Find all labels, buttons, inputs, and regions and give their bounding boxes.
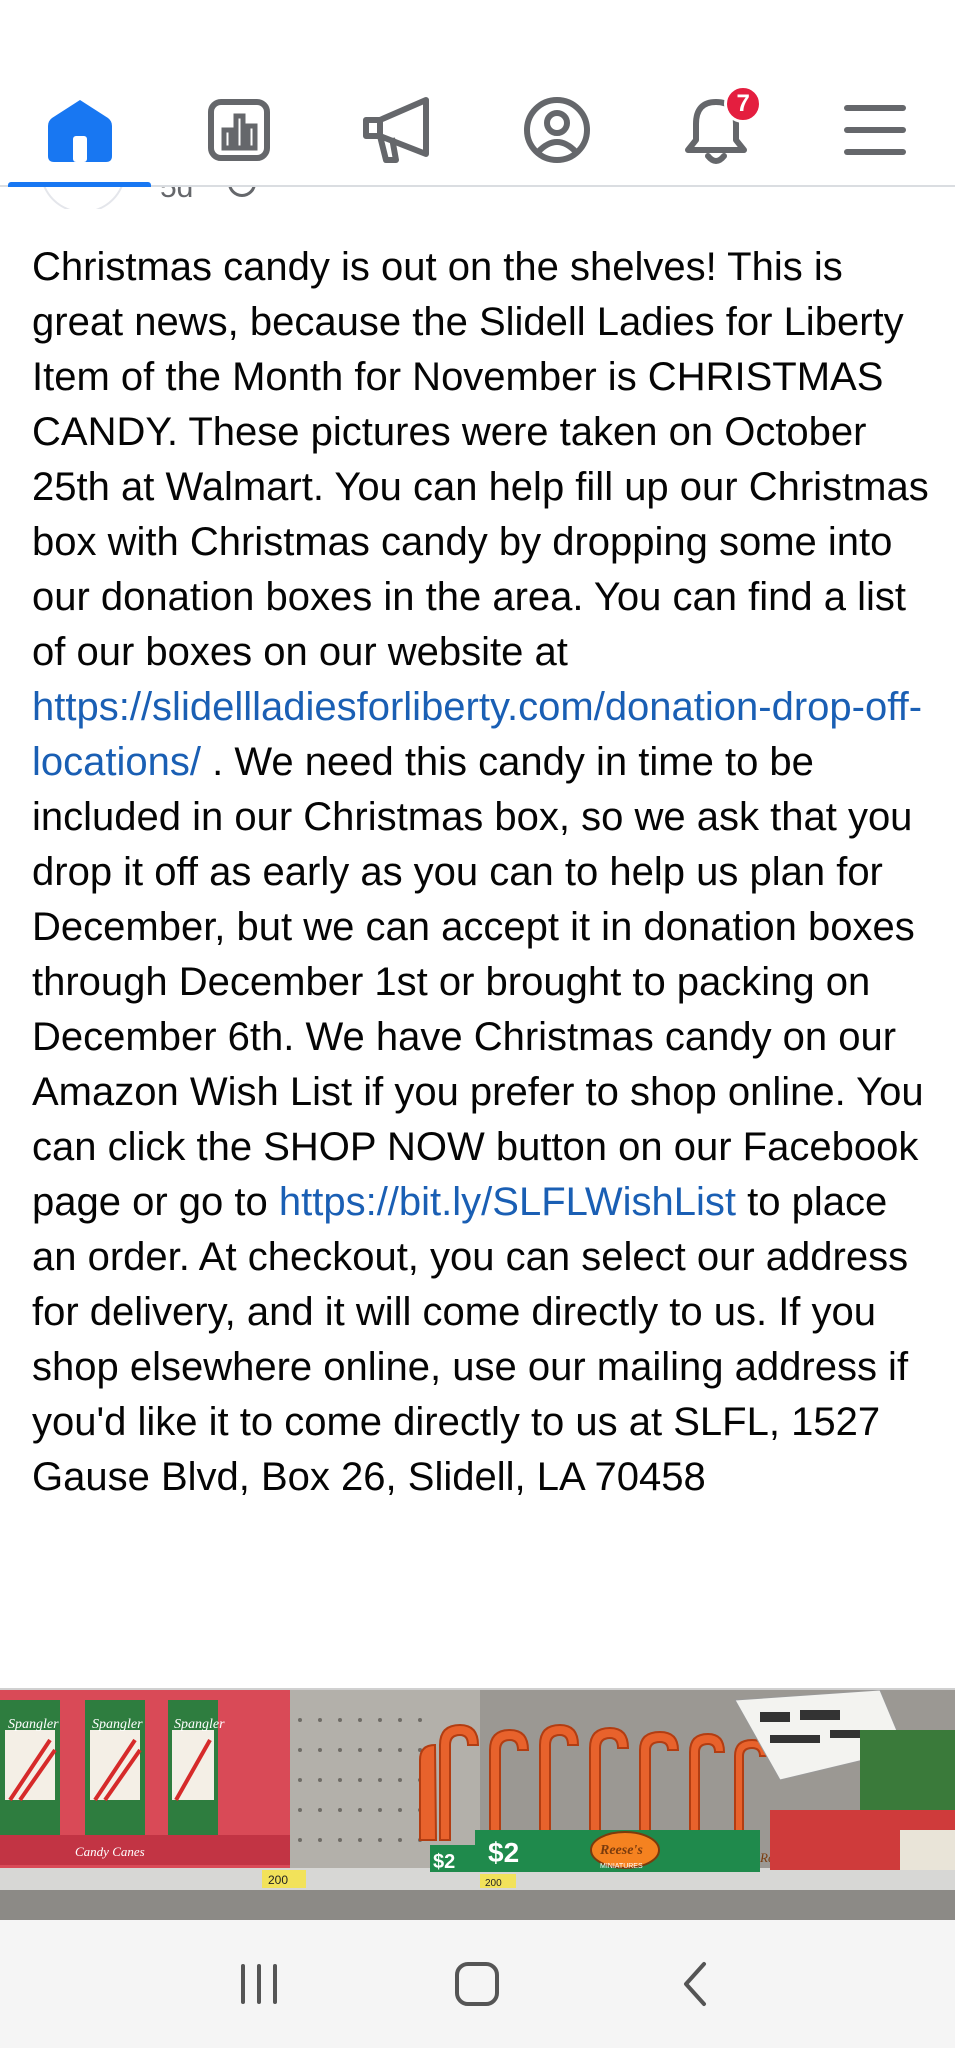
- candy-shelf-photo: Spangler Spangler Spangler Candy Canes 2…: [0, 1690, 955, 1920]
- notification-badge: 7: [724, 85, 763, 123]
- post-text-part-2: . We need this candy in time to be inclu…: [32, 740, 924, 1224]
- menu-icon: [844, 105, 907, 155]
- post-timestamp: 5d: [160, 187, 194, 204]
- nav-tab-home[interactable]: [0, 75, 159, 187]
- box-brand-1: Spangler: [8, 1717, 59, 1732]
- page-avatar[interactable]: [40, 187, 126, 209]
- nav-tab-insights[interactable]: [159, 75, 318, 185]
- post-text-part-3: to place an order. At checkout, you can …: [32, 1180, 909, 1499]
- wish-list-link[interactable]: https://bit.ly/SLFLWishList: [279, 1180, 736, 1224]
- price-tag-2: 200: [485, 1878, 502, 1889]
- price-label-1: $2: [488, 1837, 519, 1868]
- recent-apps-button[interactable]: [214, 1939, 304, 2029]
- system-nav-bar: [0, 1920, 955, 2048]
- price-label-2: $2: [433, 1851, 455, 1873]
- profile-icon: [524, 97, 591, 163]
- post-photo[interactable]: Spangler Spangler Spangler Candy Canes 2…: [0, 1688, 955, 1920]
- globe-icon: [228, 187, 256, 197]
- insights-icon: [207, 99, 270, 161]
- nav-tab-profile[interactable]: [478, 75, 637, 185]
- nav-tab-notifications[interactable]: 7: [637, 75, 796, 185]
- nav-tab-menu[interactable]: [796, 75, 955, 185]
- reeses-miniatures: MINIATURES: [600, 1863, 643, 1870]
- nav-tab-ads[interactable]: [318, 75, 477, 185]
- home-icon: [47, 100, 112, 162]
- recent-apps-icon: [241, 1964, 278, 2004]
- home-square-icon: [455, 1962, 500, 2006]
- megaphone-icon: [362, 97, 429, 163]
- price-tag-1: 200: [268, 1873, 288, 1887]
- home-system-button[interactable]: [432, 1939, 522, 2029]
- status-bar-area: [0, 0, 955, 75]
- post-header-peek: 5d: [0, 187, 955, 209]
- box-brand-3: Spangler: [174, 1717, 225, 1732]
- box-brand-2: Spangler: [92, 1717, 143, 1732]
- candy-canes-label: Candy Canes: [75, 1844, 145, 1859]
- reeses-logo-1: Reese's: [599, 1843, 643, 1858]
- back-system-button[interactable]: [651, 1939, 741, 2029]
- top-nav-bar: 7: [0, 75, 955, 187]
- post-text-part-1: Christmas candy is out on the shelves! T…: [32, 245, 929, 674]
- post-text: Christmas candy is out on the shelves! T…: [32, 240, 932, 1505]
- back-chevron-icon: [683, 1962, 706, 2006]
